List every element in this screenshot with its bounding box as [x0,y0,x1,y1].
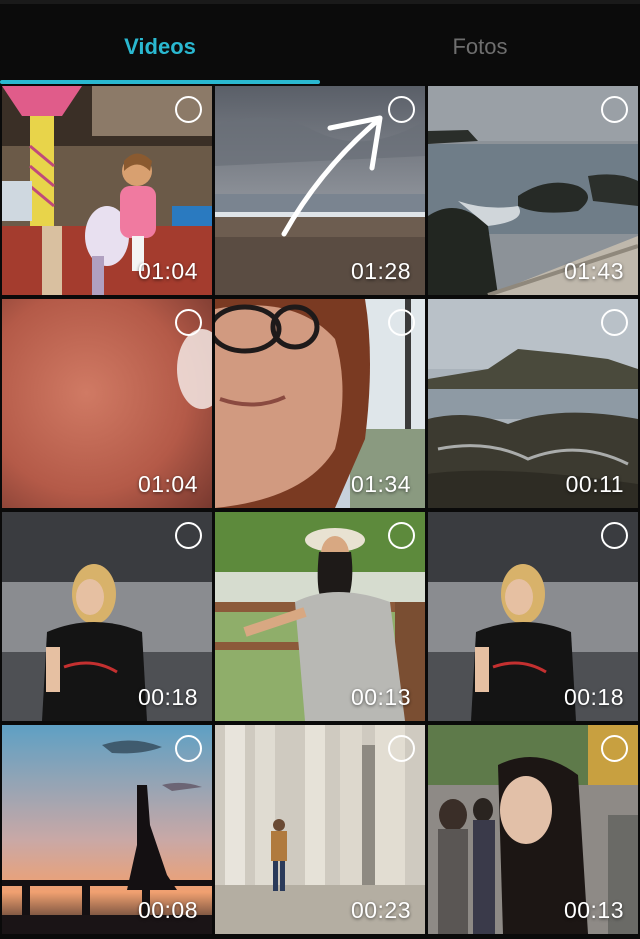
video-duration: 01:34 [350,471,411,497]
video-duration: 00:18 [563,684,624,710]
video-thumbnail[interactable]: 01:04 [2,86,212,295]
video-thumbnail[interactable]: 00:11 [428,299,638,508]
video-duration: 01:28 [350,258,411,284]
status-bar-edge [0,0,640,4]
video-duration: 00:23 [350,897,411,923]
video-thumbnail[interactable]: 00:23 [215,725,425,934]
video-thumbnail[interactable]: 01:43 [428,86,638,295]
video-thumbnail[interactable]: 01:28 [215,86,425,295]
select-circle[interactable] [601,309,628,336]
video-duration: 01:04 [137,258,198,284]
select-circle[interactable] [175,96,202,123]
select-circle[interactable] [388,735,415,762]
select-circle[interactable] [175,522,202,549]
video-duration: 00:18 [137,684,198,710]
tab-photos[interactable]: Fotos [320,30,640,64]
select-circle[interactable] [388,522,415,549]
video-thumbnail[interactable]: 00:18 [2,512,212,721]
video-thumbnail[interactable]: 00:18 [428,512,638,721]
select-circle[interactable] [601,522,628,549]
tab-bar: Videos Fotos [0,0,640,84]
video-duration: 01:43 [563,258,624,284]
video-duration: 00:08 [137,897,198,923]
video-duration: 00:13 [350,684,411,710]
video-thumbnail[interactable]: 01:04 [2,299,212,508]
select-circle[interactable] [388,309,415,336]
select-circle[interactable] [601,735,628,762]
select-circle[interactable] [175,309,202,336]
video-thumbnail[interactable]: 01:34 [215,299,425,508]
tab-videos[interactable]: Videos [0,30,320,64]
video-duration: 00:11 [565,471,624,497]
video-thumbnail[interactable]: 00:13 [428,725,638,934]
video-thumbnail[interactable]: 00:08 [2,725,212,934]
video-duration: 01:04 [137,471,198,497]
active-tab-indicator [0,80,320,84]
select-circle[interactable] [388,96,415,123]
video-duration: 00:13 [563,897,624,923]
select-circle[interactable] [175,735,202,762]
select-circle[interactable] [601,96,628,123]
video-thumbnail[interactable]: 00:13 [215,512,425,721]
